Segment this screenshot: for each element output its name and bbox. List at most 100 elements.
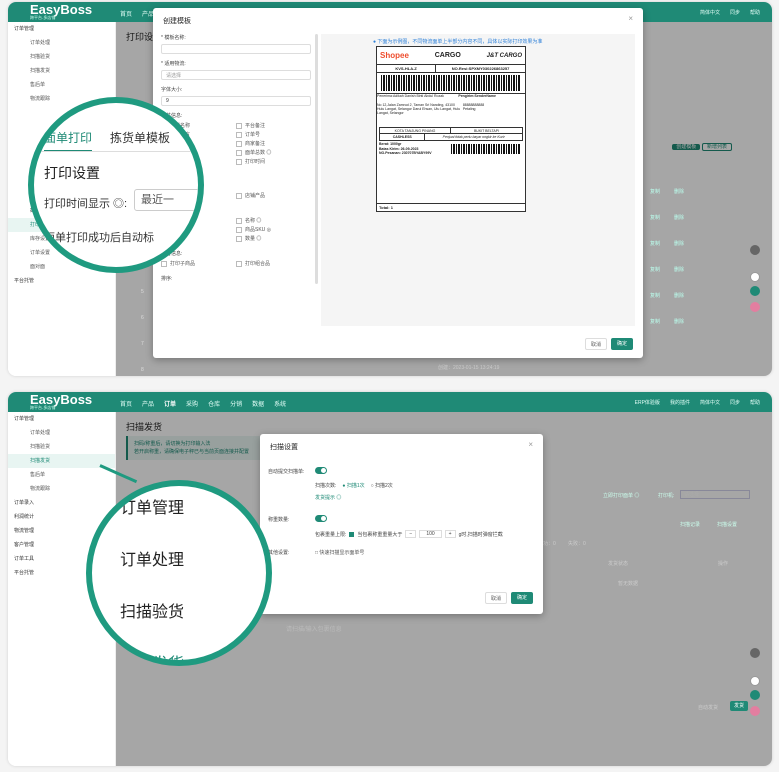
increment-button[interactable]: +	[444, 530, 456, 538]
delete-link[interactable]: 删除	[674, 188, 684, 214]
weigh-toggle[interactable]	[315, 515, 327, 522]
plugins-link[interactable]: 我的插件	[670, 399, 690, 406]
copy-link[interactable]: 复制	[650, 318, 660, 344]
brand-logo[interactable]: EasyBoss 跨平台-多店铺	[30, 3, 92, 20]
form-scrollbar[interactable]	[315, 34, 318, 284]
sidebar-item[interactable]: 扫描验货	[8, 440, 115, 454]
auto-submit-label: 自动提交扫描单:	[268, 469, 305, 475]
auto-ship-toggle[interactable]: 自动发货	[698, 704, 718, 711]
help-button[interactable]: 帮助	[750, 399, 760, 406]
confirm-button[interactable]: 确定	[511, 592, 533, 604]
tab-picking-template[interactable]: 拣货单模板	[110, 129, 170, 146]
sidebar-group[interactable]: 利润统计	[8, 510, 115, 524]
nav-item[interactable]: 产品	[142, 399, 154, 408]
service-icon[interactable]	[750, 690, 760, 700]
sidebar-item-scan-verify[interactable]: 扫描验货	[120, 598, 184, 622]
radio-scan-twice[interactable]: ○ 扫描2次	[371, 482, 393, 489]
sidebar-group-orders[interactable]: 订单管理	[8, 412, 115, 426]
avatar-icon[interactable]	[750, 302, 760, 312]
row-number: 6	[141, 315, 144, 321]
cancel-button[interactable]: 取消	[585, 338, 607, 350]
scan-settings-button[interactable]: 扫描设置	[713, 520, 741, 530]
copy-link[interactable]: 复制	[650, 266, 660, 292]
nav-item[interactable]: 采购	[186, 399, 198, 408]
print-settings-heading: 打印设置	[44, 165, 100, 181]
nav-item[interactable]: 分销	[230, 399, 242, 408]
checkbox[interactable]: 商品SKU ◎	[236, 226, 311, 235]
nav-item[interactable]: 仓库	[208, 399, 220, 408]
print-time-select[interactable]: 最近一	[134, 189, 198, 211]
sync-button[interactable]: 同步	[730, 399, 740, 406]
sidebar-group-orders[interactable]: 订单管理	[120, 494, 184, 518]
copy-link[interactable]: 复制	[650, 292, 660, 318]
nav-home[interactable]: 首页	[120, 9, 132, 18]
doc-icon[interactable]	[750, 272, 760, 282]
sidebar-item[interactable]: 售后单	[8, 78, 115, 92]
cargo-text: CARGO	[434, 52, 461, 59]
sync-button[interactable]: 同步	[730, 9, 740, 16]
weight-limit-checkbox[interactable]	[349, 531, 355, 537]
service-icon[interactable]	[750, 286, 760, 296]
radio-option[interactable]: 打印组合品	[236, 260, 311, 269]
sidebar-item[interactable]: 订单处理	[8, 36, 115, 50]
sidebar-item[interactable]: 扫描发货	[8, 64, 115, 78]
language-select[interactable]: 简体中文	[700, 399, 720, 406]
sidebar-group-orders[interactable]: 订单管理	[8, 22, 115, 36]
radio-option[interactable]: 打印子商品	[161, 260, 236, 269]
erp-edition-link[interactable]: ERP体验版	[635, 399, 660, 406]
top-bar: EasyBoss 跨平台-多店铺 首页 产品 订单 采购 仓库 分销 数据 系统 …	[8, 392, 772, 412]
checkbox[interactable]: 名称 ◎	[236, 217, 311, 226]
template-name-input[interactable]	[161, 44, 311, 54]
chat-icon[interactable]	[750, 245, 760, 255]
delete-link[interactable]: 删除	[674, 266, 684, 292]
brand-logo[interactable]: EasyBoss 跨平台-多店铺	[30, 393, 92, 410]
sidebar-group-platform[interactable]: 平台托管	[8, 274, 115, 288]
radio-option[interactable]: 店铺产品	[236, 192, 311, 201]
sidebar-item[interactable]: 订单处理	[8, 426, 115, 440]
close-icon[interactable]: ×	[528, 440, 533, 449]
close-icon[interactable]: ×	[628, 14, 633, 23]
copy-link[interactable]: 复制	[650, 214, 660, 240]
chat-icon[interactable]	[750, 648, 760, 658]
checkbox[interactable]: 打印时间	[236, 158, 311, 167]
sidebar-item[interactable]: 售后单	[8, 468, 115, 482]
auto-submit-toggle[interactable]	[315, 467, 327, 474]
confirm-button[interactable]: 确定	[611, 338, 633, 350]
copy-link[interactable]: 复制	[650, 240, 660, 266]
ship-hint-link[interactable]: 发货提示 ◎	[315, 494, 341, 501]
sidebar-item-order-processing[interactable]: 订单处理	[120, 546, 184, 570]
help-button[interactable]: 帮助	[750, 9, 760, 16]
delete-link[interactable]: 删除	[674, 240, 684, 266]
radio-scan-once[interactable]: ● 扫描1次	[342, 482, 364, 489]
delete-link[interactable]: 删除	[674, 318, 684, 344]
printer-select[interactable]: 请选择	[680, 490, 750, 499]
checkbox[interactable]: 订单号	[236, 131, 311, 140]
language-select[interactable]: 简体中文	[700, 9, 720, 16]
nav-item[interactable]: 首页	[120, 399, 132, 408]
decrement-button[interactable]: −	[405, 530, 417, 538]
sidebar-group[interactable]: 订单录入	[8, 496, 115, 510]
checkbox[interactable]: 平台备注	[236, 122, 311, 131]
nav-item[interactable]: 系统	[274, 399, 286, 408]
checkbox[interactable]: 数量 ◎	[236, 235, 311, 244]
avatar-icon[interactable]	[750, 706, 760, 716]
weight-limit-input[interactable]: 100	[419, 530, 442, 538]
font-size-select[interactable]: 9	[161, 96, 311, 106]
tab-label-print[interactable]: 面单打印	[44, 129, 93, 152]
copy-link[interactable]: 复制	[650, 188, 660, 214]
logistics-select[interactable]: 请选择	[161, 70, 311, 80]
nav-item[interactable]: 数据	[252, 399, 264, 408]
show-label-number-checkbox[interactable]: □ 快速扫描显示面单号	[315, 549, 364, 556]
doc-icon[interactable]	[750, 676, 760, 686]
delete-link[interactable]: 删除	[674, 292, 684, 318]
checkbox[interactable]: 商家备注	[236, 140, 311, 149]
sidebar-item[interactable]: 物流跟踪	[8, 482, 115, 496]
cancel-button[interactable]: 取消	[485, 592, 507, 604]
checkbox[interactable]: 面单总数 ◎	[236, 149, 311, 158]
delete-link[interactable]: 删除	[674, 214, 684, 240]
nav-item-orders[interactable]: 订单	[164, 399, 176, 408]
ship-button[interactable]: 发货	[730, 701, 749, 711]
sidebar-item[interactable]: 扫描验货	[8, 50, 115, 64]
scan-record-button[interactable]: 扫描记录	[676, 520, 704, 530]
print-now-label[interactable]: 立即打印面单 ◎	[603, 492, 639, 499]
